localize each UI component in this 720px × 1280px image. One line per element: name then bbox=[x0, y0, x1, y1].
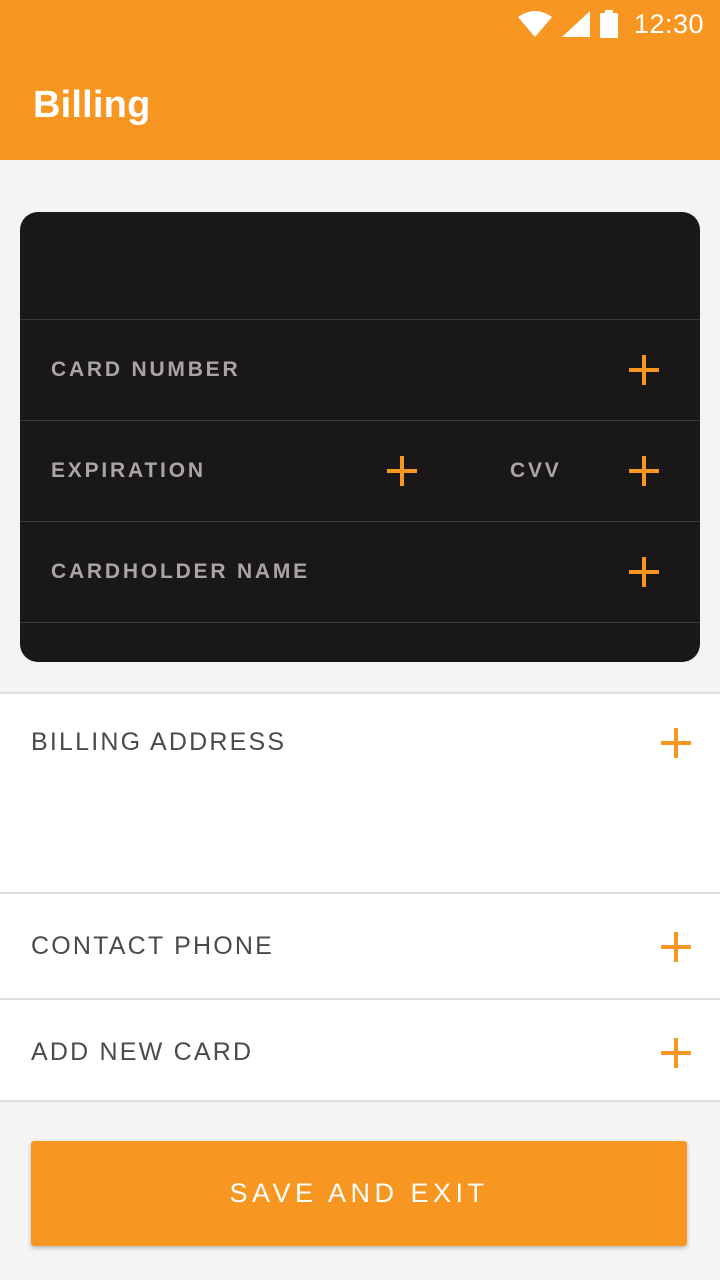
add-new-card-section[interactable]: ADD NEW CARD bbox=[0, 998, 720, 1101]
section-divider bbox=[0, 1100, 720, 1102]
add-card-number-plus-icon[interactable] bbox=[629, 355, 659, 385]
add-cvv-plus-icon[interactable] bbox=[629, 456, 659, 486]
expiration-cvv-row: EXPIRATION CVV bbox=[20, 420, 700, 521]
contact-phone-section[interactable]: CONTACT PHONE bbox=[0, 892, 720, 999]
cardholder-name-label: CARDHOLDER NAME bbox=[51, 560, 310, 583]
wifi-icon bbox=[517, 11, 552, 37]
app-bar: 12:30 Billing bbox=[0, 0, 720, 160]
expiration-label: EXPIRATION bbox=[51, 459, 206, 482]
add-new-card-plus-icon[interactable] bbox=[661, 1038, 691, 1068]
status-time: 12:30 bbox=[633, 8, 704, 39]
billing-address-label: BILLING ADDRESS bbox=[31, 728, 287, 756]
card-number-row[interactable]: CARD NUMBER bbox=[20, 319, 700, 420]
add-contact-phone-plus-icon[interactable] bbox=[661, 932, 691, 962]
save-and-exit-button[interactable]: SAVE AND EXIT bbox=[31, 1141, 687, 1246]
add-cardholder-name-plus-icon[interactable] bbox=[629, 557, 659, 587]
battery-icon bbox=[599, 10, 618, 38]
status-bar: 12:30 bbox=[517, 8, 704, 40]
add-expiration-plus-icon[interactable] bbox=[387, 456, 417, 486]
card-divider bbox=[20, 622, 700, 623]
cvv-label: CVV bbox=[510, 459, 562, 482]
credit-card-form: CARD NUMBER EXPIRATION CVV CARDHOLDER NA… bbox=[20, 212, 700, 662]
page-title: Billing bbox=[33, 84, 151, 126]
add-new-card-label: ADD NEW CARD bbox=[31, 1038, 254, 1066]
cardholder-name-row[interactable]: CARDHOLDER NAME bbox=[20, 521, 700, 622]
add-billing-address-plus-icon[interactable] bbox=[661, 728, 691, 758]
contact-phone-label: CONTACT PHONE bbox=[31, 932, 274, 960]
cell-signal-icon bbox=[561, 11, 590, 37]
billing-address-section[interactable]: BILLING ADDRESS bbox=[0, 692, 720, 893]
card-number-label: CARD NUMBER bbox=[51, 358, 241, 381]
